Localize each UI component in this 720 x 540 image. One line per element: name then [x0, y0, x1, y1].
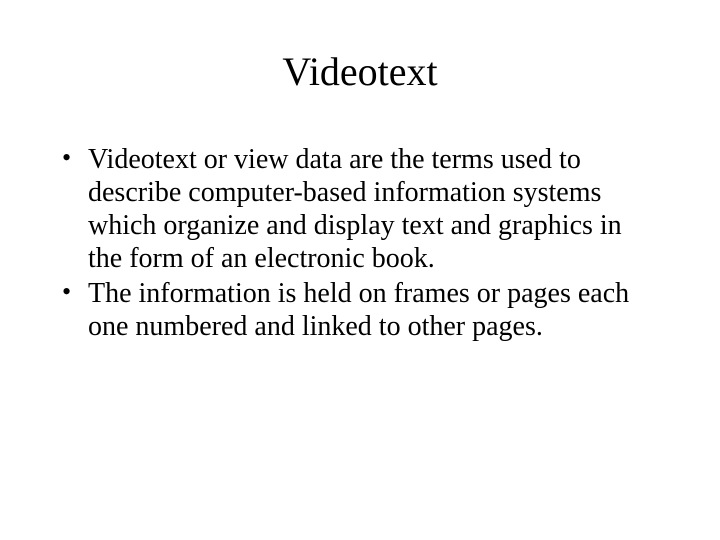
bullet-item: Videotext or view data are the terms use… — [60, 143, 660, 275]
slide: Videotext Videotext or view data are the… — [0, 0, 720, 540]
slide-title: Videotext — [60, 48, 660, 95]
slide-body: Videotext or view data are the terms use… — [60, 143, 660, 343]
bullet-list: Videotext or view data are the terms use… — [60, 143, 660, 343]
bullet-item: The information is held on frames or pag… — [60, 277, 660, 343]
